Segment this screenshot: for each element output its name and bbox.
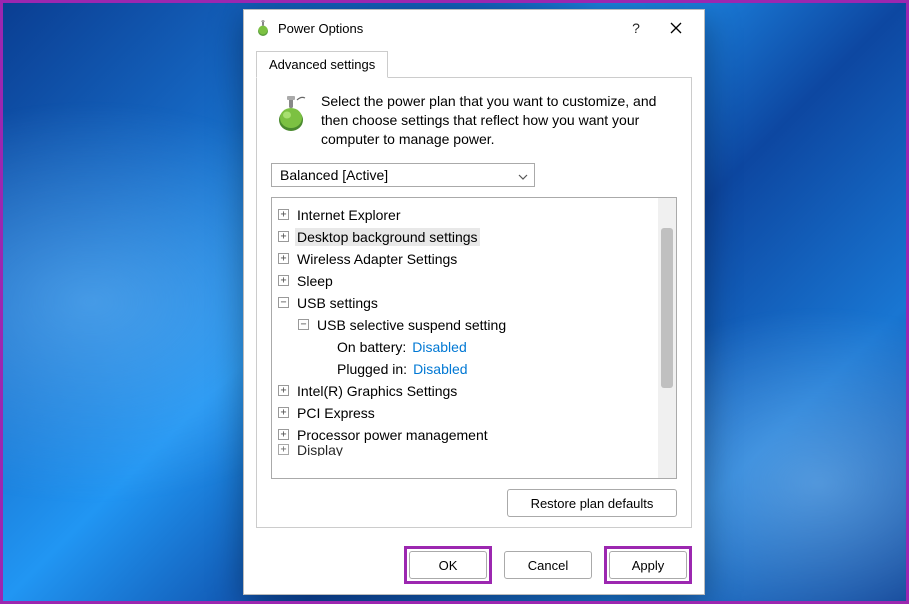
tree-item[interactable]: + Sleep: [272, 270, 658, 292]
expand-icon[interactable]: +: [278, 253, 289, 264]
tab-strip: Advanced settings: [256, 48, 692, 78]
tree-item[interactable]: + Desktop background settings: [272, 226, 658, 248]
tree-item-label: Desktop background settings: [295, 228, 480, 246]
close-button[interactable]: [656, 13, 696, 43]
expand-icon[interactable]: +: [278, 407, 289, 418]
apply-button[interactable]: Apply: [609, 551, 687, 579]
collapse-icon[interactable]: −: [298, 319, 309, 330]
scrollbar-thumb[interactable]: [661, 228, 673, 388]
tree-item[interactable]: On battery:Disabled: [272, 336, 658, 358]
tree-item-value[interactable]: Disabled: [412, 339, 466, 355]
tree-item-label: On battery:: [335, 338, 408, 356]
expand-icon[interactable]: +: [278, 231, 289, 242]
restore-defaults-button[interactable]: Restore plan defaults: [507, 489, 677, 517]
tree-item-label: Wireless Adapter Settings: [295, 250, 459, 268]
apply-highlight: Apply: [604, 546, 692, 584]
tree-item-label: Display: [295, 444, 345, 456]
settings-tree: + Internet Explorer + Desktop background se…: [271, 197, 677, 479]
ok-button[interactable]: OK: [409, 551, 487, 579]
tree-item[interactable]: Plugged in:Disabled: [272, 358, 658, 380]
tab-advanced-settings[interactable]: Advanced settings: [256, 51, 388, 78]
ok-highlight: OK: [404, 546, 492, 584]
tree-item-label: Plugged in:: [335, 360, 409, 378]
dialog-button-row: OK Cancel Apply: [244, 536, 704, 594]
tree-item[interactable]: + Wireless Adapter Settings: [272, 248, 658, 270]
tree-item[interactable]: + Display: [272, 444, 658, 456]
power-plan-selected: Balanced [Active]: [280, 167, 388, 183]
power-options-dialog: Power Options ? Advanced settings: [243, 9, 705, 595]
expand-icon[interactable]: +: [278, 444, 289, 455]
tree-item-label: PCI Express: [295, 404, 377, 422]
tree-item-value[interactable]: Disabled: [413, 361, 467, 377]
titlebar: Power Options ?: [244, 10, 704, 46]
intro-text: Select the power plan that you want to c…: [321, 92, 677, 149]
tree-item[interactable]: −USB settings: [272, 292, 658, 314]
tree-item-label: Internet Explorer: [295, 206, 403, 224]
tree-item-label: Sleep: [295, 272, 335, 290]
cancel-button[interactable]: Cancel: [504, 551, 592, 579]
tree-item[interactable]: + Internet Explorer: [272, 204, 658, 226]
help-button[interactable]: ?: [616, 13, 656, 43]
chevron-down-icon: [518, 167, 528, 183]
expand-icon[interactable]: +: [278, 275, 289, 286]
tree-item-label: Processor power management: [295, 426, 490, 444]
power-options-icon: [254, 19, 272, 37]
tree-item-label: Intel(R) Graphics Settings: [295, 382, 459, 400]
expand-icon[interactable]: +: [278, 429, 289, 440]
battery-icon: [271, 92, 311, 132]
expand-icon[interactable]: +: [278, 209, 289, 220]
tree-item[interactable]: −USB selective suspend setting: [272, 314, 658, 336]
tree-item-label: USB selective suspend setting: [315, 316, 508, 334]
window-title: Power Options: [278, 21, 616, 36]
tree-item-label: USB settings: [295, 294, 380, 312]
collapse-icon[interactable]: −: [278, 297, 289, 308]
tree-scrollbar[interactable]: [658, 198, 676, 478]
tree-item[interactable]: + PCI Express: [272, 402, 658, 424]
tab-content: Select the power plan that you want to c…: [256, 78, 692, 528]
power-plan-dropdown[interactable]: Balanced [Active]: [271, 163, 535, 187]
tree-item[interactable]: + Processor power management: [272, 424, 658, 446]
tree-item[interactable]: + Intel(R) Graphics Settings: [272, 380, 658, 402]
expand-icon[interactable]: +: [278, 385, 289, 396]
